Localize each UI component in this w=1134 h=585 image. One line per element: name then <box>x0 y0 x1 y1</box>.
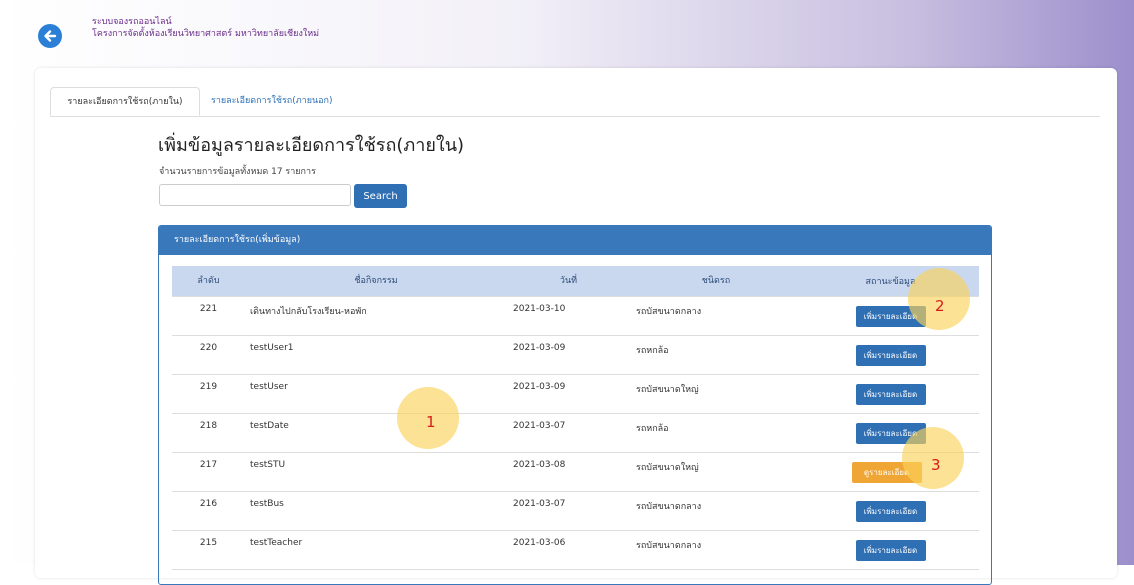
table-row: 215 testTeacher 2021-03-06 รถบัสขนาดกลาง… <box>172 531 979 570</box>
row-vehicle-type: รถบัสขนาดกลาง <box>636 541 702 551</box>
annotation-label-3: 3 <box>931 456 941 474</box>
row-activity: เดินทางไปกลับโรงเรียน-หอพัก <box>250 307 367 317</box>
header-date: วันที่ <box>559 276 578 286</box>
table-row: 219 testUser 2021-03-09 รถบัสขนาดใหญ่ เพ… <box>172 375 979 414</box>
brand-line2: โครงการจัดตั้งห้องเรียนวิทยาศาสตร์ มหาวิ… <box>92 29 320 39</box>
row-activity: testBus <box>250 499 284 509</box>
add-details-button[interactable]: เพิ่มรายละเอียด <box>855 500 926 522</box>
record-count: จำนวนรายการข้อมูลทั้งหมด 17 รายการ <box>159 167 316 177</box>
table-row: 220 testUser1 2021-03-09 รถหกล้อ เพิ่มรา… <box>172 336 979 375</box>
tab-external-usage[interactable]: รายละเอียดการใช้รถ(ภายนอก) <box>202 87 342 116</box>
brand-text: ระบบจองรถออนไลน์ โครงการจัดตั้งห้องเรียน… <box>92 16 319 40</box>
row-vehicle-type: รถบัสขนาดกลาง <box>636 502 702 512</box>
row-vehicle-type: รถบัสขนาดใหญ่ <box>636 463 699 473</box>
search-button[interactable]: Search <box>354 184 407 208</box>
annotation-label-1: 1 <box>426 413 436 431</box>
row-number: 217 <box>199 460 218 470</box>
header-activity: ชื่อกิจกรรม <box>354 276 398 286</box>
row-number: 221 <box>199 304 218 314</box>
row-status: เพิ่มรายละเอียด <box>802 492 979 530</box>
usage-table: ลำดับ ชื่อกิจกรรม วันที่ ชนิดรถ สถานะข้อ… <box>172 266 979 570</box>
page-title: เพิ่มข้อมูลรายละเอียดการใช้รถ(ภายใน) <box>158 135 465 156</box>
row-vehicle-type: รถบัสขนาดใหญ่ <box>636 385 699 395</box>
table-row: 221 เดินทางไปกลับโรงเรียน-หอพัก 2021-03-… <box>172 297 979 336</box>
add-details-button[interactable]: เพิ่มรายละเอียด <box>855 344 926 366</box>
row-activity: testUser1 <box>250 343 294 353</box>
add-details-button[interactable]: เพิ่มรายละเอียด <box>855 539 926 561</box>
annotation-label-2: 2 <box>935 297 945 315</box>
row-date: 2021-03-07 <box>513 421 566 431</box>
row-number: 220 <box>199 343 218 353</box>
row-status: เพิ่มรายละเอียด <box>802 531 979 569</box>
tab-bar: รายละเอียดการใช้รถ(ภายใน) รายละเอียดการใ… <box>50 87 1100 117</box>
row-activity: testUser <box>250 382 288 392</box>
row-number: 216 <box>199 499 218 509</box>
row-activity: testSTU <box>250 460 286 470</box>
add-details-button[interactable]: เพิ่มรายละเอียด <box>855 383 926 405</box>
row-date: 2021-03-09 <box>513 343 566 353</box>
row-status: เพิ่มรายละเอียด <box>802 336 979 374</box>
row-date: 2021-03-07 <box>513 499 566 509</box>
row-number: 219 <box>199 382 218 392</box>
row-activity: testTeacher <box>250 538 303 548</box>
row-number: 215 <box>199 538 218 548</box>
table-row: 217 testSTU 2021-03-08 รถบัสขนาดใหญ่ ดูร… <box>172 453 979 492</box>
row-date: 2021-03-09 <box>513 382 566 392</box>
usage-panel: รายละเอียดการใช้รถ(เพิ่มข้อมูล) ลำดับ ชื… <box>158 225 992 585</box>
row-number: 218 <box>199 421 218 431</box>
top-bar: ระบบจองรถออนไลน์ โครงการจัดตั้งห้องเรียน… <box>0 0 1134 70</box>
back-arrow-icon[interactable] <box>38 24 62 48</box>
table-row: 218 testDate 2021-03-07 รถหกล้อ เพิ่มราย… <box>172 414 979 453</box>
row-date: 2021-03-10 <box>513 304 566 314</box>
brand-line1: ระบบจองรถออนไลน์ <box>92 17 172 27</box>
row-vehicle-type: รถบัสขนาดกลาง <box>636 307 702 317</box>
table-header-row: ลำดับ ชื่อกิจกรรม วันที่ ชนิดรถ สถานะข้อ… <box>172 266 979 297</box>
header-number: ลำดับ <box>197 276 220 286</box>
row-vehicle-type: รถหกล้อ <box>636 346 669 356</box>
row-date: 2021-03-06 <box>513 538 566 548</box>
header-vehicle-type: ชนิดรถ <box>701 276 731 286</box>
row-vehicle-type: รถหกล้อ <box>636 424 669 434</box>
search-input[interactable] <box>159 184 351 206</box>
row-activity: testDate <box>250 421 289 431</box>
row-status: เพิ่มรายละเอียด <box>802 375 979 413</box>
tab-internal-usage[interactable]: รายละเอียดการใช้รถ(ภายใน) <box>50 87 200 116</box>
panel-heading: รายละเอียดการใช้รถ(เพิ่มข้อมูล) <box>159 226 991 255</box>
table-row: 216 testBus 2021-03-07 รถบัสขนาดกลาง เพิ… <box>172 492 979 531</box>
row-date: 2021-03-08 <box>513 460 566 470</box>
